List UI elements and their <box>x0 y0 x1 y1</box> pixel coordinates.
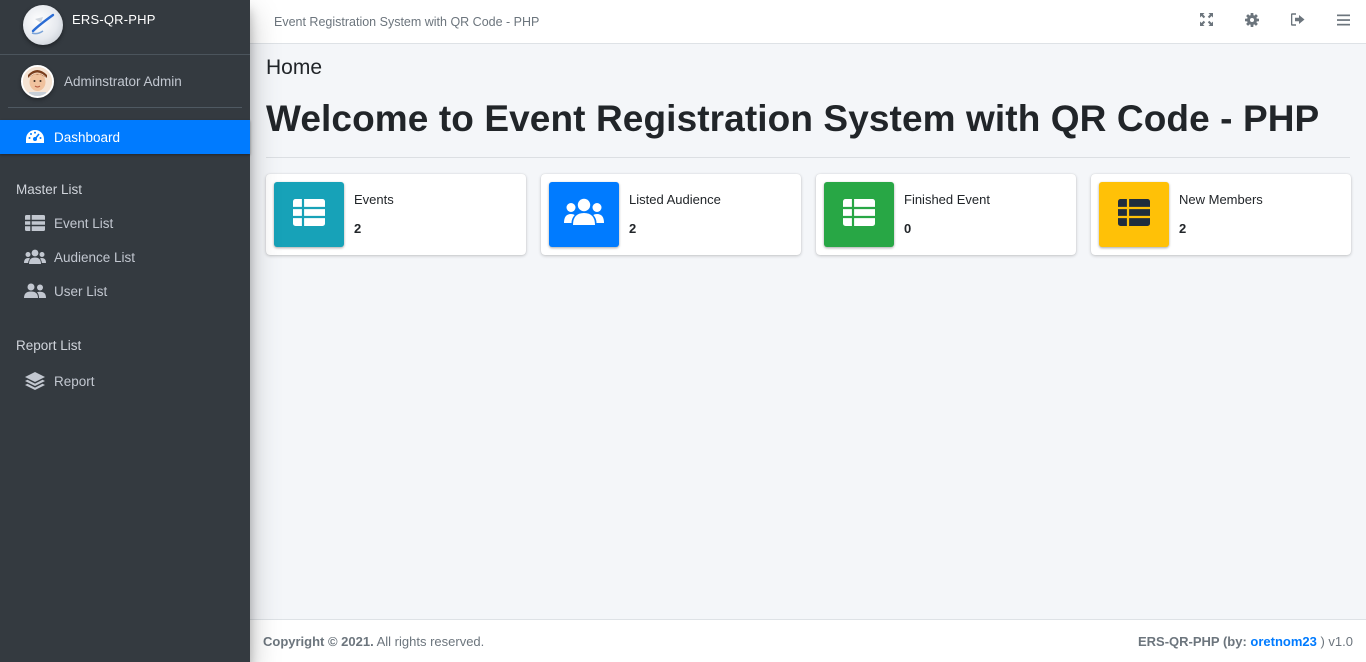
welcome-heading: Welcome to Event Registration System wit… <box>266 98 1320 139</box>
table-icon <box>1118 198 1150 231</box>
sidebar-item-audience-list[interactable]: Audience List <box>0 240 250 274</box>
tachometer-icon <box>24 127 46 147</box>
user-panel[interactable]: Adminstrator Admin <box>8 55 242 108</box>
user-friends-icon <box>24 281 46 301</box>
footer-copyright-year: Copyright © 2021. <box>263 633 374 649</box>
sidebar-item-label: Audience List <box>54 249 136 265</box>
info-box-value: 2 <box>354 221 362 236</box>
table-icon <box>843 198 875 231</box>
info-box-label: Finished Event <box>904 192 990 207</box>
info-box-icon <box>274 182 344 247</box>
sidebar-item-label: User List <box>54 283 108 299</box>
sidebar-item-user-list[interactable]: User List <box>0 274 250 308</box>
sidebar-nav: Dashboard Master List Event List Audienc… <box>0 120 250 398</box>
topbar-title: Event Registration System with QR Code -… <box>274 14 540 29</box>
user-name: Adminstrator Admin <box>64 73 182 89</box>
brand-logo-icon <box>31 13 55 35</box>
expand-icon <box>1200 13 1214 31</box>
info-boxes: Events 2 Listed Audience 2 Finished Even… <box>266 174 1366 255</box>
users-icon <box>564 198 604 231</box>
footer-version-text: ) v1.0 <box>1316 633 1353 649</box>
sidebar-item-label: Report <box>54 373 95 389</box>
info-box-value: 2 <box>629 221 637 236</box>
info-box-label: Listed Audience <box>629 192 721 207</box>
nav-header-report-list: Report List <box>16 337 82 353</box>
info-box-icon <box>549 182 619 247</box>
footer-app-name: ERS-QR-PHP (by: <box>1137 633 1251 649</box>
sidebar-item-event-list[interactable]: Event List <box>0 206 250 240</box>
info-box-label: New Members <box>1179 192 1263 207</box>
sidebar: ERS-QR-PHP Adminstrator Admin Dashboard … <box>0 0 250 662</box>
info-box-icon <box>824 182 894 247</box>
menu-icon <box>1336 13 1350 31</box>
users-icon <box>24 247 46 267</box>
brand-logo <box>23 5 63 45</box>
footer-copyright: Copyright © 2021. All rights reserved. <box>263 634 484 649</box>
info-box-new-members[interactable]: New Members 2 <box>1091 174 1351 255</box>
footer: Copyright © 2021. All rights reserved. E… <box>250 619 1366 662</box>
info-box-listed-audience[interactable]: Listed Audience 2 <box>541 174 801 255</box>
footer-author-link[interactable]: oretnom23 <box>1250 634 1316 649</box>
logout-button[interactable] <box>1275 0 1321 44</box>
info-box-icon <box>1099 182 1169 247</box>
layer-group-icon <box>24 371 46 391</box>
brand-link[interactable]: ERS-QR-PHP <box>0 0 250 55</box>
topbar-actions <box>1184 0 1366 44</box>
footer-copyright-rest: All rights reserved. <box>373 633 485 649</box>
info-box-value: 0 <box>904 221 912 236</box>
main-content: Home Welcome to Event Registration Syste… <box>250 45 1366 619</box>
sign-out-icon <box>1290 13 1305 31</box>
info-box-events[interactable]: Events 2 <box>266 174 526 255</box>
settings-button[interactable] <box>1230 0 1276 44</box>
table-icon <box>293 198 325 231</box>
sidebar-item-report[interactable]: Report <box>0 364 250 398</box>
fullscreen-button[interactable] <box>1184 0 1230 44</box>
gear-icon <box>1245 12 1260 32</box>
page-title: Home <box>266 56 323 79</box>
menu-button[interactable] <box>1321 0 1366 44</box>
sidebar-item-label: Dashboard <box>54 129 121 145</box>
nav-header-master-list: Master List <box>16 181 83 197</box>
sidebar-item-dashboard[interactable]: Dashboard <box>0 120 250 154</box>
table-icon <box>24 213 46 233</box>
sidebar-item-label: Event List <box>54 215 114 231</box>
user-avatar <box>21 64 54 98</box>
info-box-finished-event[interactable]: Finished Event 0 <box>816 174 1076 255</box>
divider <box>266 157 1350 158</box>
info-box-label: Events <box>354 192 394 207</box>
info-box-value: 2 <box>1179 221 1187 236</box>
footer-version: ERS-QR-PHP (by: oretnom23 ) v1.0 <box>1138 634 1353 649</box>
brand-name: ERS-QR-PHP <box>72 12 156 27</box>
top-navbar: Event Registration System with QR Code -… <box>250 0 1366 44</box>
